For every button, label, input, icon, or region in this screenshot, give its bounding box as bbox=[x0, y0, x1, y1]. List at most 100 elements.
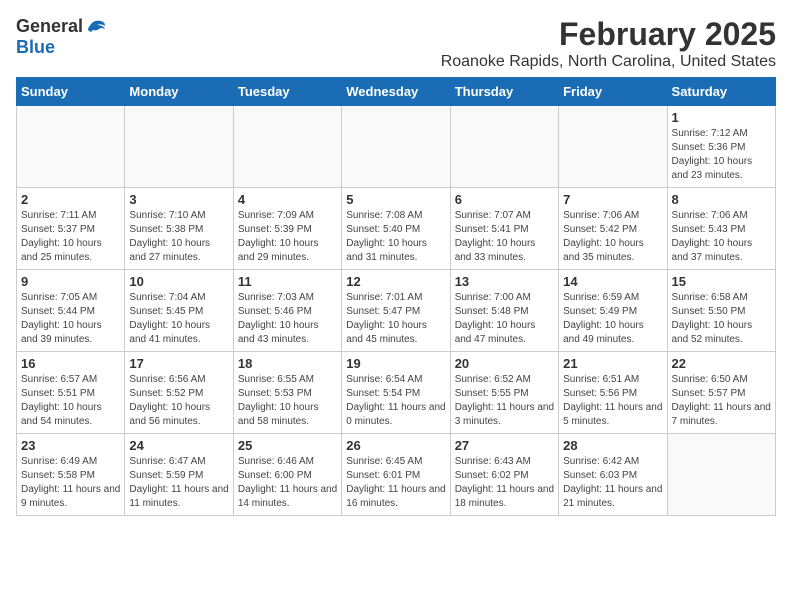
day-info: Sunrise: 6:56 AM Sunset: 5:52 PM Dayligh… bbox=[129, 373, 228, 429]
calendar-day-cell: 28 Sunrise: 6:42 AM Sunset: 6:03 PM Dayli… bbox=[559, 434, 667, 516]
calendar-day-cell: 11 Sunrise: 7:03 AM Sunset: 5:46 PM Dayli… bbox=[233, 270, 341, 352]
calendar-week-2: 2 Sunrise: 7:11 AM Sunset: 5:37 PM Daylig… bbox=[17, 188, 776, 270]
weekday-header-saturday: Saturday bbox=[667, 78, 775, 106]
day-number: 4 bbox=[238, 192, 337, 207]
calendar-day-cell: 20Sunrise: 6:52 AM Sunset: 5:55 PM Dayli… bbox=[450, 352, 558, 434]
day-number: 12 bbox=[346, 274, 445, 289]
weekday-header-thursday: Thursday bbox=[450, 78, 558, 106]
day-info: Sunrise: 6:43 AM Sunset: 6:02 PM Dayligh… bbox=[455, 455, 554, 511]
day-info: Sunrise: 6:51 AM Sunset: 5:56 PM Dayligh… bbox=[563, 373, 662, 429]
day-info: Sunrise: 6:58 AM Sunset: 5:50 PM Dayligh… bbox=[672, 291, 771, 347]
day-info: Sunrise: 7:08 AM Sunset: 5:40 PM Dayligh… bbox=[346, 209, 445, 265]
weekday-header-sunday: Sunday bbox=[17, 78, 125, 106]
day-number: 27 bbox=[455, 438, 554, 453]
day-info: Sunrise: 7:03 AM Sunset: 5:46 PM Dayligh… bbox=[238, 291, 337, 347]
day-info: Sunrise: 7:01 AM Sunset: 5:47 PM Dayligh… bbox=[346, 291, 445, 347]
day-info: Sunrise: 7:06 AM Sunset: 5:43 PM Dayligh… bbox=[672, 209, 771, 265]
day-number: 17 bbox=[129, 356, 228, 371]
day-number: 18 bbox=[238, 356, 337, 371]
logo-bird-icon bbox=[85, 17, 107, 35]
day-info: Sunrise: 6:45 AM Sunset: 6:01 PM Dayligh… bbox=[346, 455, 445, 511]
day-info: Sunrise: 6:54 AM Sunset: 5:54 PM Dayligh… bbox=[346, 373, 445, 429]
calendar-day-cell bbox=[450, 106, 558, 188]
day-info: Sunrise: 6:42 AM Sunset: 6:03 PM Dayligh… bbox=[563, 455, 662, 511]
day-info: Sunrise: 6:46 AM Sunset: 6:00 PM Dayligh… bbox=[238, 455, 337, 511]
calendar-day-cell: 24 Sunrise: 6:47 AM Sunset: 5:59 PM Dayli… bbox=[125, 434, 233, 516]
day-number: 22 bbox=[672, 356, 771, 371]
day-info: Sunrise: 6:52 AM Sunset: 5:55 PM Dayligh… bbox=[455, 373, 554, 429]
day-number: 15 bbox=[672, 274, 771, 289]
calendar-day-cell: 13 Sunrise: 7:00 AM Sunset: 5:48 PM Dayli… bbox=[450, 270, 558, 352]
calendar-day-cell: 9 Sunrise: 7:05 AM Sunset: 5:44 PM Daylig… bbox=[17, 270, 125, 352]
day-number: 9 bbox=[21, 274, 120, 289]
logo-general: General bbox=[16, 16, 83, 37]
day-number: 24 bbox=[129, 438, 228, 453]
calendar-day-cell: 23Sunrise: 6:49 AM Sunset: 5:58 PM Dayli… bbox=[17, 434, 125, 516]
calendar-day-cell bbox=[125, 106, 233, 188]
day-number: 26 bbox=[346, 438, 445, 453]
day-info: Sunrise: 6:59 AM Sunset: 5:49 PM Dayligh… bbox=[563, 291, 662, 347]
calendar-day-cell bbox=[233, 106, 341, 188]
day-number: 8 bbox=[672, 192, 771, 207]
main-title: February 2025 bbox=[441, 16, 776, 53]
calendar-day-cell: 8 Sunrise: 7:06 AM Sunset: 5:43 PM Daylig… bbox=[667, 188, 775, 270]
calendar-day-cell: 10 Sunrise: 7:04 AM Sunset: 5:45 PM Dayli… bbox=[125, 270, 233, 352]
calendar-week-3: 9 Sunrise: 7:05 AM Sunset: 5:44 PM Daylig… bbox=[17, 270, 776, 352]
calendar-day-cell: 19 Sunrise: 6:54 AM Sunset: 5:54 PM Dayli… bbox=[342, 352, 450, 434]
day-info: Sunrise: 7:06 AM Sunset: 5:42 PM Dayligh… bbox=[563, 209, 662, 265]
subtitle: Roanoke Rapids, North Carolina, United S… bbox=[441, 53, 776, 71]
calendar-day-cell: 1Sunrise: 7:12 AM Sunset: 5:36 PM Daylig… bbox=[667, 106, 775, 188]
calendar-day-cell bbox=[17, 106, 125, 188]
calendar-day-cell bbox=[667, 434, 775, 516]
weekday-header-friday: Friday bbox=[559, 78, 667, 106]
calendar-day-cell: 7 Sunrise: 7:06 AM Sunset: 5:42 PM Daylig… bbox=[559, 188, 667, 270]
header: General Blue February 2025 Roanoke Rapid… bbox=[16, 16, 776, 71]
day-number: 7 bbox=[563, 192, 662, 207]
calendar-day-cell bbox=[342, 106, 450, 188]
calendar-week-4: 16Sunrise: 6:57 AM Sunset: 5:51 PM Dayli… bbox=[17, 352, 776, 434]
calendar-day-cell: 3 Sunrise: 7:10 AM Sunset: 5:38 PM Daylig… bbox=[125, 188, 233, 270]
day-number: 16 bbox=[21, 356, 120, 371]
day-number: 21 bbox=[563, 356, 662, 371]
day-number: 5 bbox=[346, 192, 445, 207]
calendar-week-5: 23Sunrise: 6:49 AM Sunset: 5:58 PM Dayli… bbox=[17, 434, 776, 516]
calendar-day-cell: 6 Sunrise: 7:07 AM Sunset: 5:41 PM Daylig… bbox=[450, 188, 558, 270]
calendar-day-cell: 12 Sunrise: 7:01 AM Sunset: 5:47 PM Dayli… bbox=[342, 270, 450, 352]
calendar-day-cell: 5 Sunrise: 7:08 AM Sunset: 5:40 PM Daylig… bbox=[342, 188, 450, 270]
day-number: 6 bbox=[455, 192, 554, 207]
calendar-day-cell: 18 Sunrise: 6:55 AM Sunset: 5:53 PM Dayli… bbox=[233, 352, 341, 434]
weekday-header-wednesday: Wednesday bbox=[342, 78, 450, 106]
calendar-day-cell: 22 Sunrise: 6:50 AM Sunset: 5:57 PM Dayli… bbox=[667, 352, 775, 434]
calendar-day-cell bbox=[559, 106, 667, 188]
day-number: 10 bbox=[129, 274, 228, 289]
weekday-header-monday: Monday bbox=[125, 78, 233, 106]
day-number: 28 bbox=[563, 438, 662, 453]
calendar-week-1: 1Sunrise: 7:12 AM Sunset: 5:36 PM Daylig… bbox=[17, 106, 776, 188]
day-info: Sunrise: 7:07 AM Sunset: 5:41 PM Dayligh… bbox=[455, 209, 554, 265]
logo-blue: Blue bbox=[16, 37, 55, 58]
day-info: Sunrise: 6:55 AM Sunset: 5:53 PM Dayligh… bbox=[238, 373, 337, 429]
day-number: 2 bbox=[21, 192, 120, 207]
calendar: SundayMondayTuesdayWednesdayThursdayFrid… bbox=[16, 77, 776, 516]
day-number: 3 bbox=[129, 192, 228, 207]
day-info: Sunrise: 6:50 AM Sunset: 5:57 PM Dayligh… bbox=[672, 373, 771, 429]
day-info: Sunrise: 7:10 AM Sunset: 5:38 PM Dayligh… bbox=[129, 209, 228, 265]
day-number: 1 bbox=[672, 110, 771, 125]
day-info: Sunrise: 7:05 AM Sunset: 5:44 PM Dayligh… bbox=[21, 291, 120, 347]
calendar-day-cell: 26 Sunrise: 6:45 AM Sunset: 6:01 PM Dayli… bbox=[342, 434, 450, 516]
day-info: Sunrise: 7:11 AM Sunset: 5:37 PM Dayligh… bbox=[21, 209, 120, 265]
day-number: 11 bbox=[238, 274, 337, 289]
title-area: February 2025 Roanoke Rapids, North Caro… bbox=[441, 16, 776, 71]
calendar-day-cell: 14Sunrise: 6:59 AM Sunset: 5:49 PM Dayli… bbox=[559, 270, 667, 352]
weekday-header-tuesday: Tuesday bbox=[233, 78, 341, 106]
day-info: Sunrise: 6:47 AM Sunset: 5:59 PM Dayligh… bbox=[129, 455, 228, 511]
day-number: 25 bbox=[238, 438, 337, 453]
day-number: 19 bbox=[346, 356, 445, 371]
calendar-day-cell: 16Sunrise: 6:57 AM Sunset: 5:51 PM Dayli… bbox=[17, 352, 125, 434]
day-info: Sunrise: 7:00 AM Sunset: 5:48 PM Dayligh… bbox=[455, 291, 554, 347]
day-number: 13 bbox=[455, 274, 554, 289]
day-info: Sunrise: 7:04 AM Sunset: 5:45 PM Dayligh… bbox=[129, 291, 228, 347]
calendar-day-cell: 15 Sunrise: 6:58 AM Sunset: 5:50 PM Dayli… bbox=[667, 270, 775, 352]
calendar-day-cell: 2 Sunrise: 7:11 AM Sunset: 5:37 PM Daylig… bbox=[17, 188, 125, 270]
calendar-day-cell: 21 Sunrise: 6:51 AM Sunset: 5:56 PM Dayli… bbox=[559, 352, 667, 434]
